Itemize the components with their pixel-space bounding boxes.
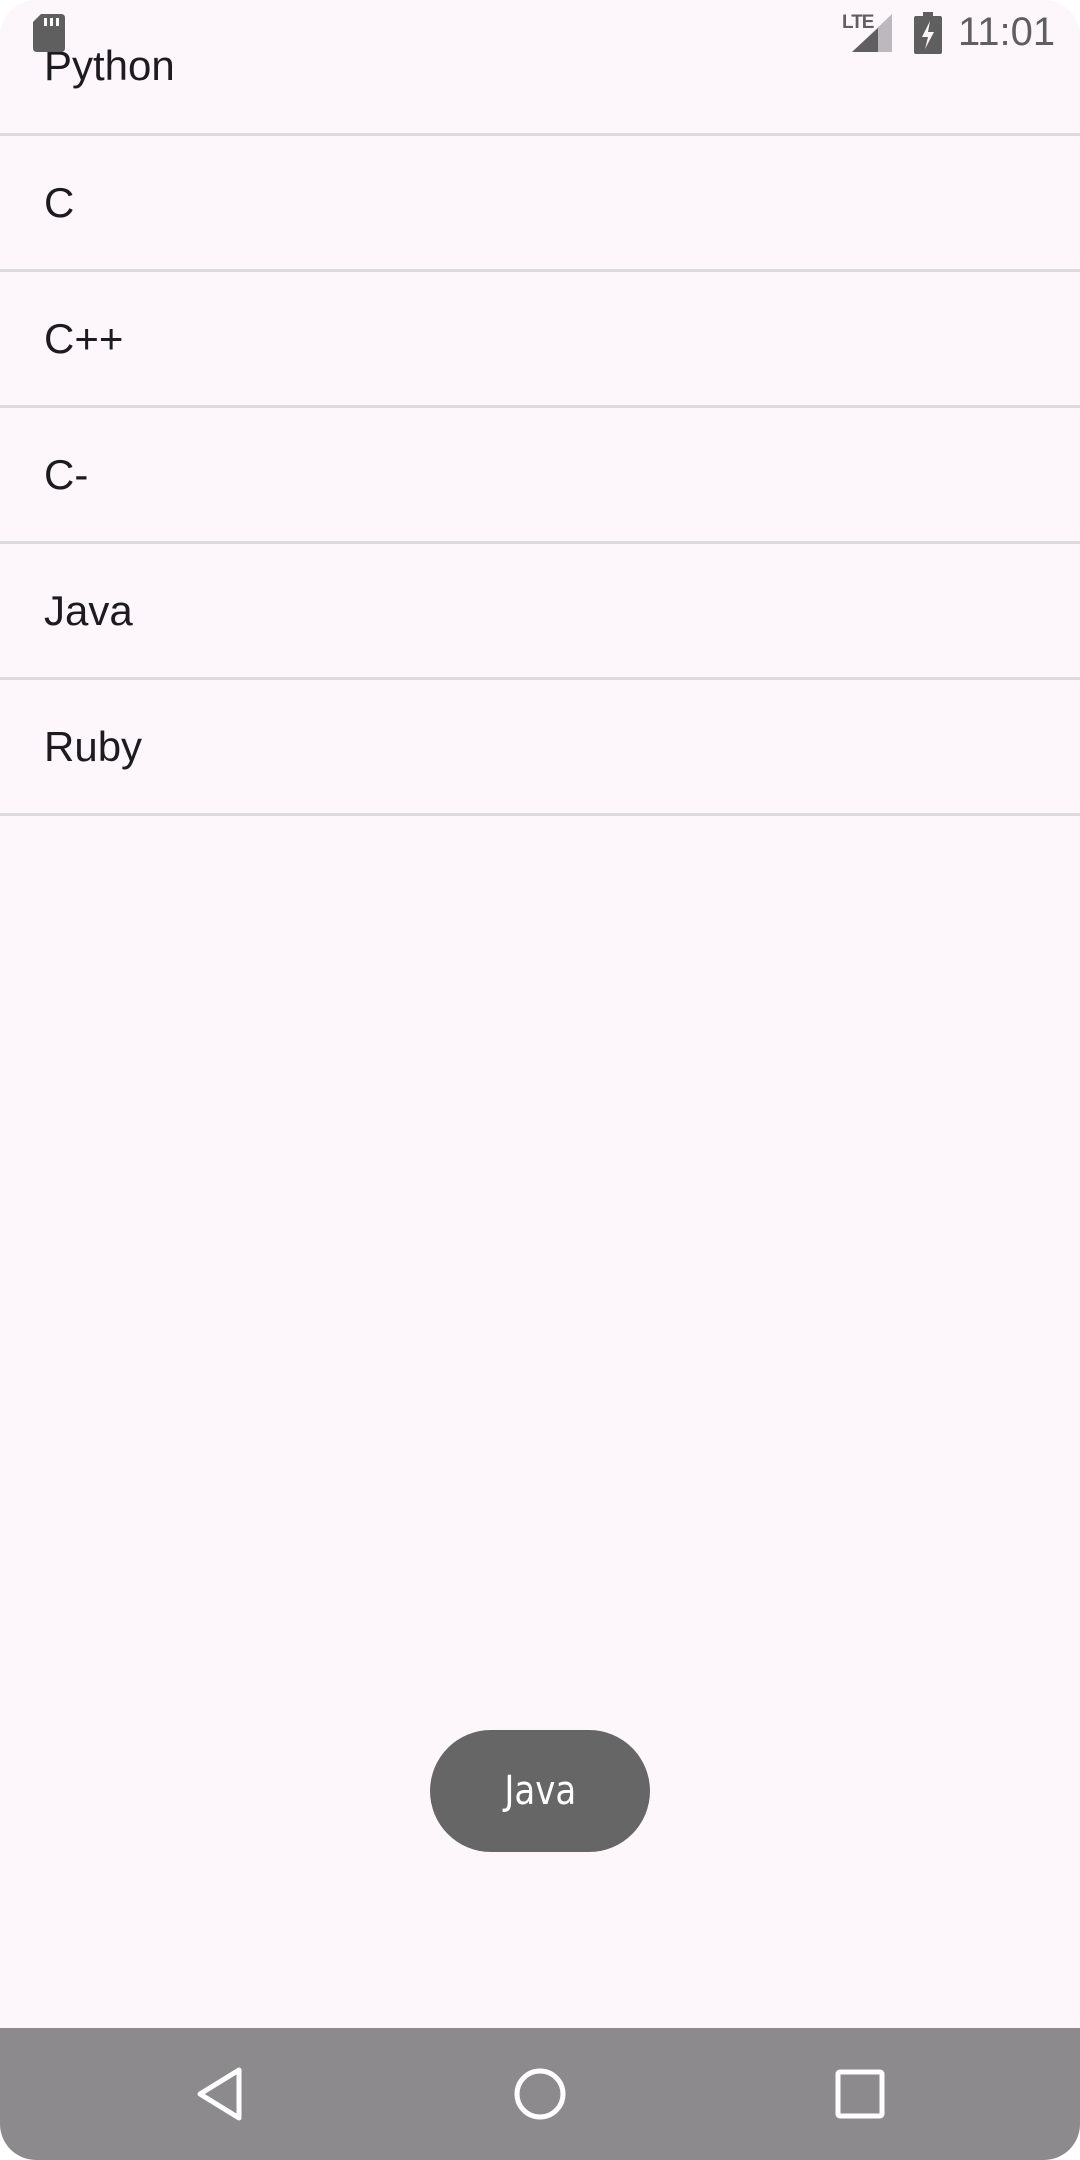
toast-message: Java (504, 1768, 576, 1814)
recents-button[interactable] (822, 2056, 898, 2132)
navigation-bar (0, 2028, 1080, 2160)
home-icon (514, 2068, 566, 2120)
list-item-label: C (44, 178, 75, 226)
clock: 11:01 (958, 10, 1056, 54)
status-bar: LTE 11:01 (0, 0, 1080, 66)
list-item-c-minus[interactable]: C- (0, 408, 1080, 544)
list-item-ruby[interactable]: Ruby (0, 680, 1080, 816)
recents-icon (835, 2069, 885, 2119)
list-item-label: C- (44, 450, 89, 498)
back-icon (197, 2067, 242, 2121)
signal-icon (852, 14, 892, 52)
list-item-java[interactable]: Java (0, 544, 1080, 680)
list-item-label: Java (44, 586, 133, 634)
list-item-label: C++ (44, 314, 124, 362)
back-button[interactable] (182, 2056, 258, 2132)
toast: Java (430, 1730, 650, 1852)
home-button[interactable] (502, 2056, 578, 2132)
list-item-c[interactable]: C (0, 136, 1080, 272)
battery-charging-icon (914, 12, 942, 54)
screen: Python C C++ C- Java Ruby LTE 11:01 Java (0, 0, 1080, 2160)
list-item-cpp[interactable]: C++ (0, 272, 1080, 408)
sd-card-icon (33, 14, 65, 52)
list-item-label: Ruby (44, 722, 143, 770)
language-list: Python C C++ C- Java Ruby (0, 0, 1080, 816)
